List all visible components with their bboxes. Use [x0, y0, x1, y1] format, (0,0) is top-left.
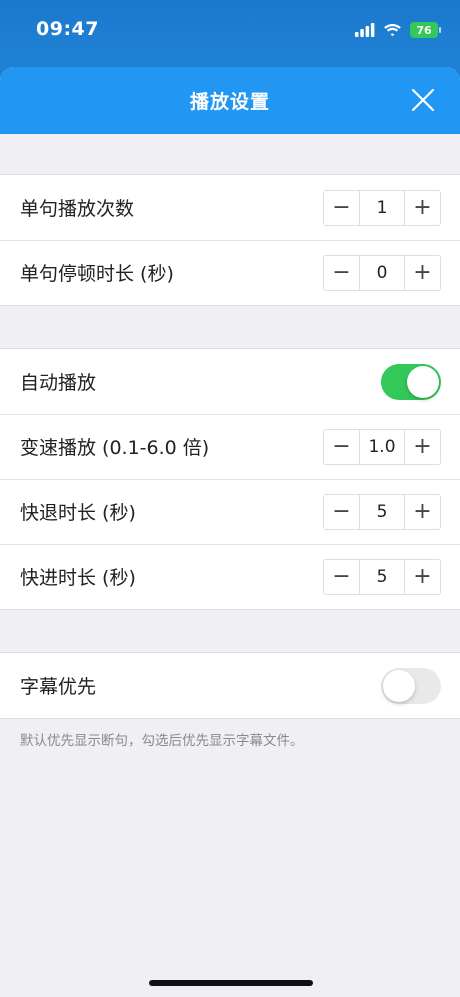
page-title: 播放设置 — [189, 91, 270, 113]
settings-sheet: 播放设置 单句播放次数 − 1 + 单句停顿时长 (秒) − 0 + 自动播放 … — [0, 67, 460, 997]
toggle-knob — [383, 669, 415, 702]
wifi-icon — [384, 24, 401, 37]
row-label: 单句停顿时长 (秒) — [20, 263, 174, 285]
battery-level: 76 — [416, 23, 432, 37]
row-repeat-count: 单句播放次数 − 1 + — [0, 175, 460, 240]
close-icon[interactable] — [410, 87, 436, 113]
status-icons: 76 — [355, 20, 441, 40]
row-label: 单句播放次数 — [20, 198, 135, 220]
status-bar: 09:47 76 — [0, 0, 460, 62]
row-auto-play: 自动播放 — [0, 349, 460, 414]
home-indicator[interactable] — [149, 980, 313, 986]
footnote: 默认优先显示断句，勾选后优先显示字幕文件。 — [20, 733, 304, 749]
row-pause-duration: 单句停顿时长 (秒) − 0 + — [0, 240, 460, 305]
playback-group: 自动播放 变速播放 (0.1-6.0 倍) − 1.0 + 快退时长 (秒) −… — [0, 348, 460, 610]
stepper-value: 1.0 — [359, 429, 405, 464]
sheet-header: 播放设置 — [0, 67, 460, 134]
stepper-value: 1 — [359, 190, 405, 225]
auto-play-toggle[interactable] — [381, 363, 441, 400]
minus-button[interactable]: − — [324, 429, 359, 464]
subtitle-group: 字幕优先 — [0, 652, 460, 719]
stepper-value: 5 — [359, 559, 405, 594]
repeat-group: 单句播放次数 − 1 + 单句停顿时长 (秒) − 0 + — [0, 174, 460, 306]
plus-button[interactable]: + — [405, 494, 440, 529]
signal-icon — [355, 23, 375, 37]
row-forward: 快进时长 (秒) − 5 + — [0, 544, 460, 609]
status-time: 09:47 — [36, 18, 99, 40]
plus-button[interactable]: + — [405, 559, 440, 594]
battery-icon: 76 — [410, 22, 441, 38]
pause-duration-stepper: − 0 + — [323, 254, 441, 291]
minus-button[interactable]: − — [324, 494, 359, 529]
repeat-count-stepper: − 1 + — [323, 189, 441, 226]
row-rewind: 快退时长 (秒) − 5 + — [0, 479, 460, 544]
plus-button[interactable]: + — [405, 429, 440, 464]
stepper-value: 0 — [359, 255, 405, 290]
subtitle-priority-toggle[interactable] — [381, 667, 441, 704]
rewind-stepper: − 5 + — [323, 493, 441, 530]
toggle-knob — [407, 365, 439, 398]
stepper-value: 5 — [359, 494, 405, 529]
row-label: 快退时长 (秒) — [20, 502, 136, 524]
forward-stepper: − 5 + — [323, 558, 441, 595]
row-subtitle-priority: 字幕优先 — [0, 653, 460, 718]
row-label: 快进时长 (秒) — [20, 567, 136, 589]
minus-button[interactable]: − — [324, 255, 359, 290]
row-speed: 变速播放 (0.1-6.0 倍) − 1.0 + — [0, 414, 460, 479]
row-label: 字幕优先 — [20, 676, 97, 698]
row-label: 自动播放 — [20, 372, 97, 394]
minus-button[interactable]: − — [324, 190, 359, 225]
speed-stepper: − 1.0 + — [323, 428, 441, 465]
plus-button[interactable]: + — [405, 190, 440, 225]
minus-button[interactable]: − — [324, 559, 359, 594]
row-label: 变速播放 (0.1-6.0 倍) — [20, 437, 210, 459]
plus-button[interactable]: + — [405, 255, 440, 290]
